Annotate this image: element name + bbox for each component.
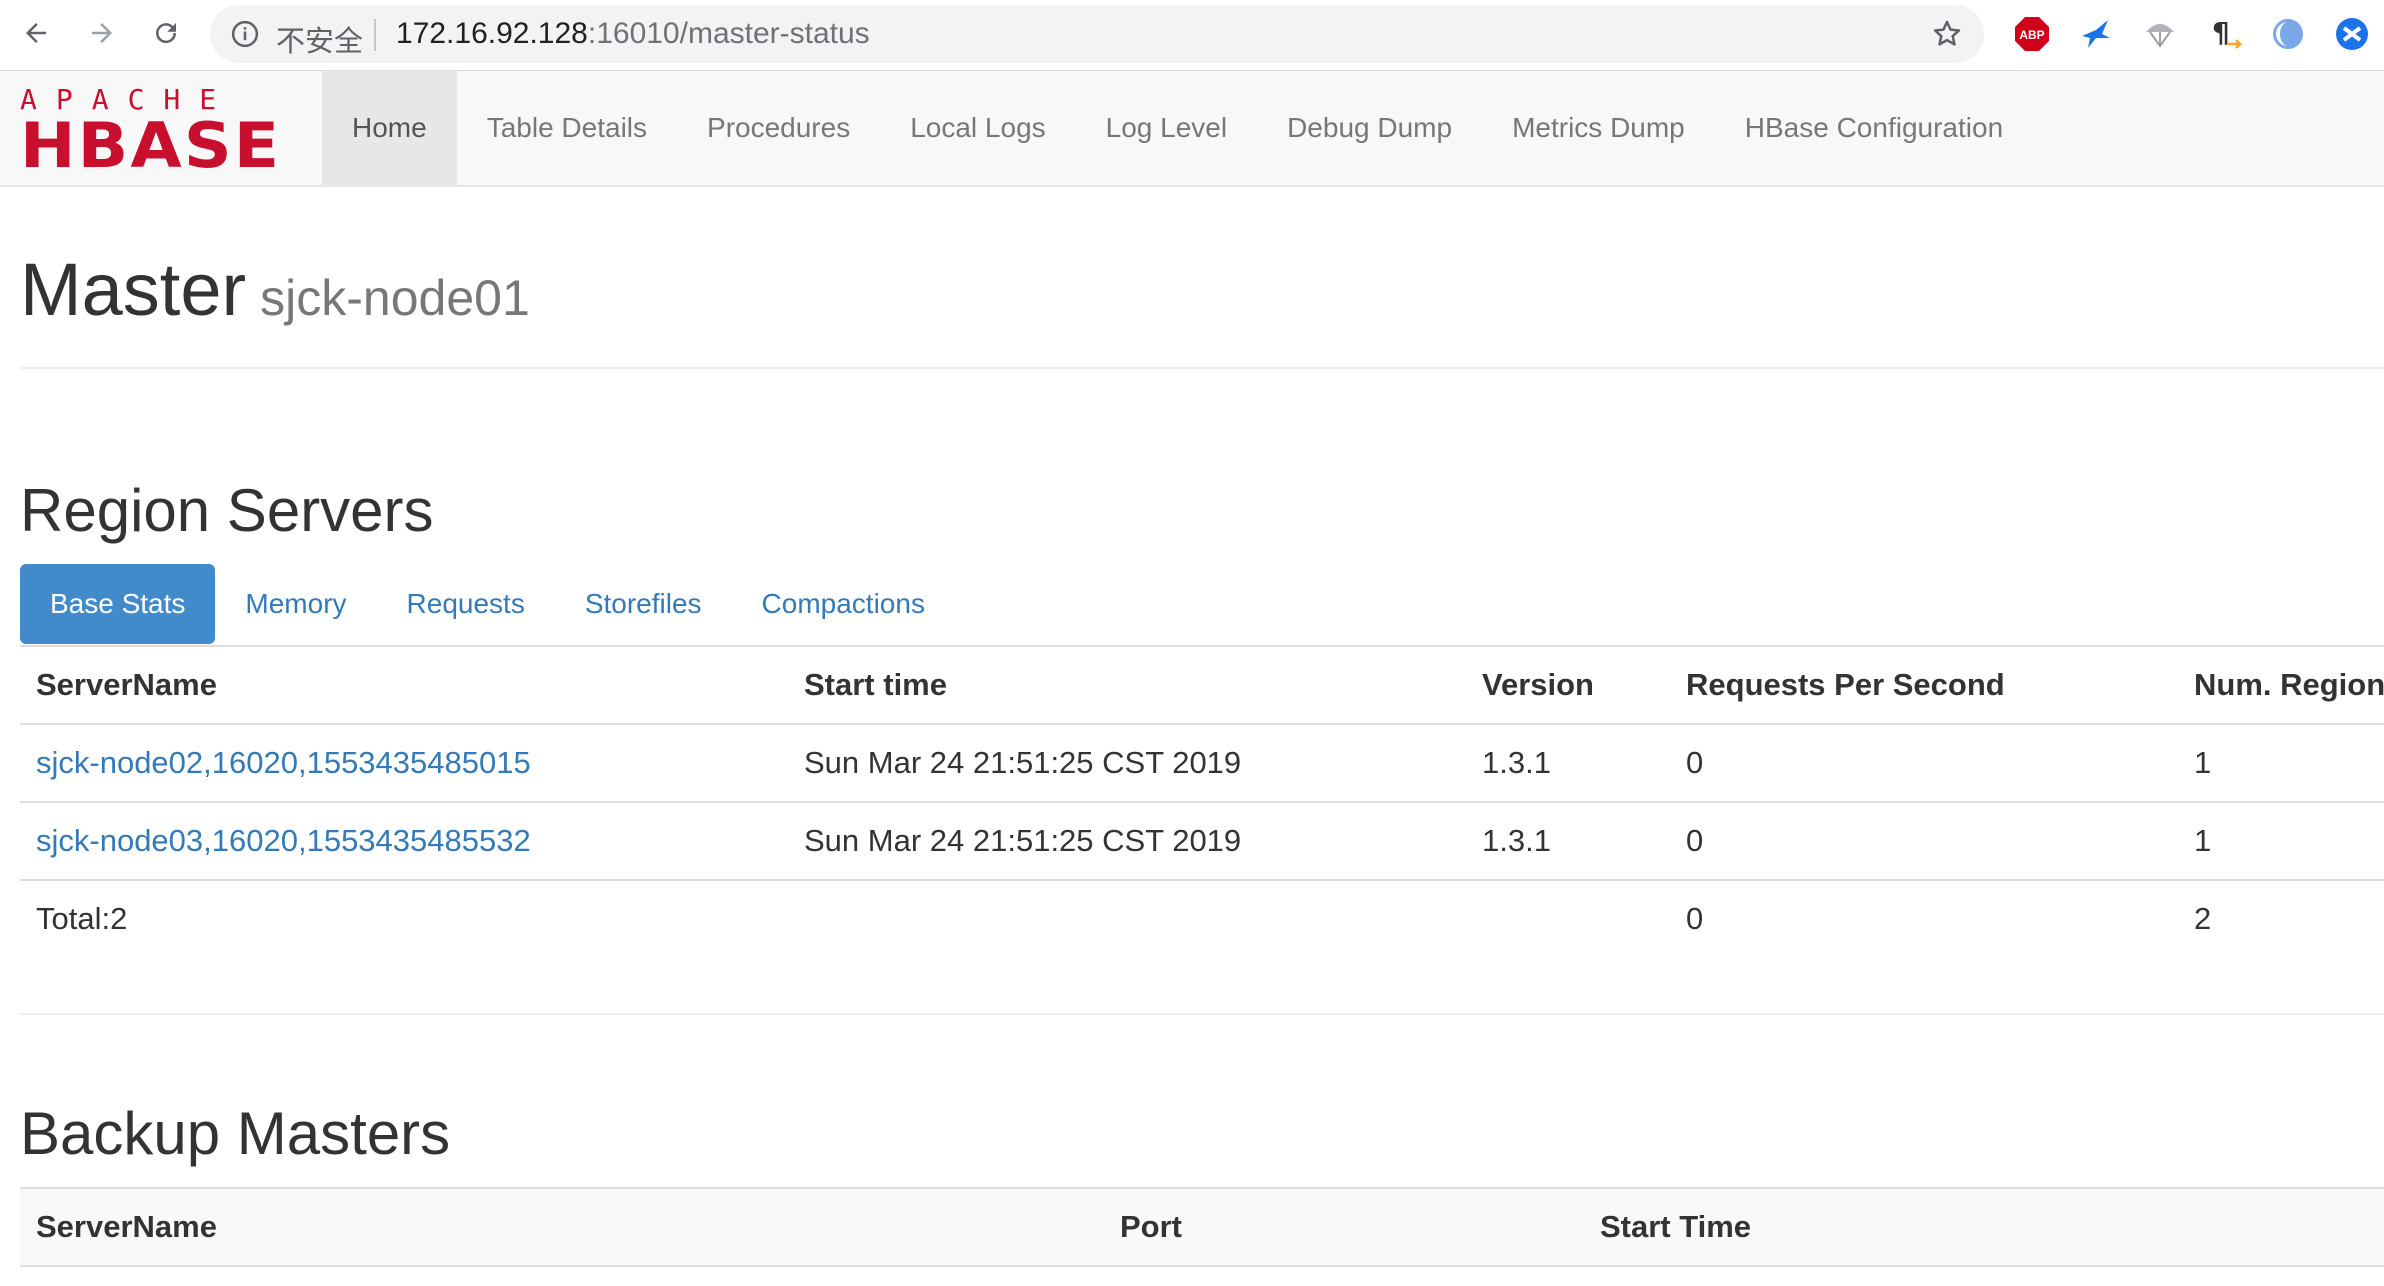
page-title: Master sjck-node01 (20, 250, 530, 338)
table-row: sjck-node02,16020,1553435485015 Sun Mar … (20, 724, 2384, 803)
total-requests: 0 (1686, 901, 1704, 936)
svg-text:¶: ¶ (2212, 16, 2230, 49)
nav-item-metrics-dump[interactable]: Metrics Dump (1482, 71, 1715, 185)
region-servers-heading: Region Servers (20, 477, 434, 544)
start-time-cell: Sun Mar 24 21:51:25 CST 2019 (788, 802, 1466, 881)
sync-extension-icon[interactable] (2270, 16, 2306, 52)
requests-cell: 0 (1670, 724, 2178, 803)
svg-text:ABP: ABP (2019, 28, 2044, 42)
column-header: ServerName (20, 1187, 1104, 1267)
bird-extension-icon[interactable] (2078, 16, 2114, 52)
divider (20, 367, 2384, 369)
reload-icon[interactable] (144, 11, 188, 55)
paragraph-extension-icon[interactable]: ¶ (2206, 16, 2242, 52)
divider (20, 1013, 2384, 1015)
nav-item-procedures[interactable]: Procedures (677, 71, 880, 185)
column-header: Version (1466, 645, 1670, 725)
blue-extension-icon[interactable] (2334, 16, 2370, 52)
table-row: sjck-node03,16020,1553435485532 Sun Mar … (20, 802, 2384, 881)
total-row: Total:2 0 2 (20, 880, 2384, 957)
requests-cell: 0 (1670, 802, 2178, 881)
total-label: Total:2 (36, 901, 128, 936)
backup-masters-heading: Backup Masters (20, 1100, 451, 1167)
nav-item-log-level[interactable]: Log Level (1076, 71, 1257, 185)
column-header: ServerName (20, 645, 788, 725)
master-hostname: sjck-node01 (260, 270, 530, 326)
version-cell: 1.3.1 (1466, 724, 1670, 803)
nav-item-hbase-configuration[interactable]: HBase Configuration (1715, 71, 2033, 185)
tab-compactions[interactable]: Compactions (732, 564, 955, 644)
region-server-tabs: Base Stats Memory Requests Storefiles Co… (20, 564, 955, 644)
total-regions: 2 (2194, 901, 2212, 936)
start-time-cell: Sun Mar 24 21:51:25 CST 2019 (788, 724, 1466, 803)
url-text[interactable]: 172.16.92.128:16010/master-status (396, 17, 870, 51)
regions-cell: 1 (2178, 802, 2384, 881)
info-icon[interactable] (230, 19, 260, 49)
region-servers-table: ServerName Start time Version Requests P… (20, 645, 2384, 957)
nav-menu: Home Table Details Procedures Local Logs… (322, 71, 2033, 185)
url-host: 172.16.92.128 (396, 17, 588, 50)
tab-base-stats[interactable]: Base Stats (20, 564, 216, 644)
column-header: Num. Regions (2178, 645, 2384, 725)
table-header-row: ServerName Port Start Time (20, 1187, 2384, 1267)
server-name-cell: sjck-node02,16020,1553435485015 (20, 724, 788, 803)
nav-item-home[interactable]: Home (322, 71, 457, 185)
tab-memory[interactable]: Memory (215, 564, 376, 644)
address-bar[interactable]: 不安全 172.16.92.128:16010/master-status (210, 5, 1984, 63)
back-icon[interactable] (14, 11, 58, 55)
nav-item-debug-dump[interactable]: Debug Dump (1257, 71, 1482, 185)
server-link[interactable]: sjck-node02,16020,1553435485015 (36, 745, 531, 780)
column-header: Port (1104, 1187, 1584, 1267)
column-header: Start Time (1584, 1187, 2384, 1267)
browser-toolbar: 不安全 172.16.92.128:16010/master-status AB… (0, 0, 2384, 71)
hbase-logo[interactable]: APACHE HBASE (20, 86, 296, 182)
insecure-label: 不安全 (276, 24, 364, 58)
tab-requests[interactable]: Requests (377, 564, 555, 644)
url-path: :16010/master-status (587, 17, 870, 50)
page-title-master: Master (20, 248, 247, 331)
server-link[interactable]: sjck-node03,16020,1553435485532 (36, 823, 531, 858)
regions-cell: 1 (2178, 724, 2384, 803)
empty-cell (788, 880, 1466, 957)
adblock-icon[interactable]: ABP (2014, 16, 2050, 52)
nav-item-table-details[interactable]: Table Details (457, 71, 677, 185)
address-separator (374, 19, 376, 51)
tab-storefiles[interactable]: Storefiles (555, 564, 732, 644)
forward-icon[interactable] (80, 11, 124, 55)
hbase-navbar: APACHE HBASE Home Table Details Procedur… (0, 71, 2384, 187)
bookmark-star-icon[interactable] (1930, 17, 1964, 51)
server-name-cell: sjck-node03,16020,1553435485532 (20, 802, 788, 881)
column-header: Requests Per Second (1670, 645, 2178, 725)
empty-cell (1466, 880, 1670, 957)
logo-hbase-text: HBASE (20, 109, 282, 182)
nav-item-local-logs[interactable]: Local Logs (880, 71, 1075, 185)
backup-masters-table: ServerName Port Start Time (20, 1187, 2384, 1267)
version-cell: 1.3.1 (1466, 802, 1670, 881)
column-header: Start time (788, 645, 1466, 725)
parachute-extension-icon[interactable] (2142, 16, 2178, 52)
table-header-row: ServerName Start time Version Requests P… (20, 645, 2384, 725)
